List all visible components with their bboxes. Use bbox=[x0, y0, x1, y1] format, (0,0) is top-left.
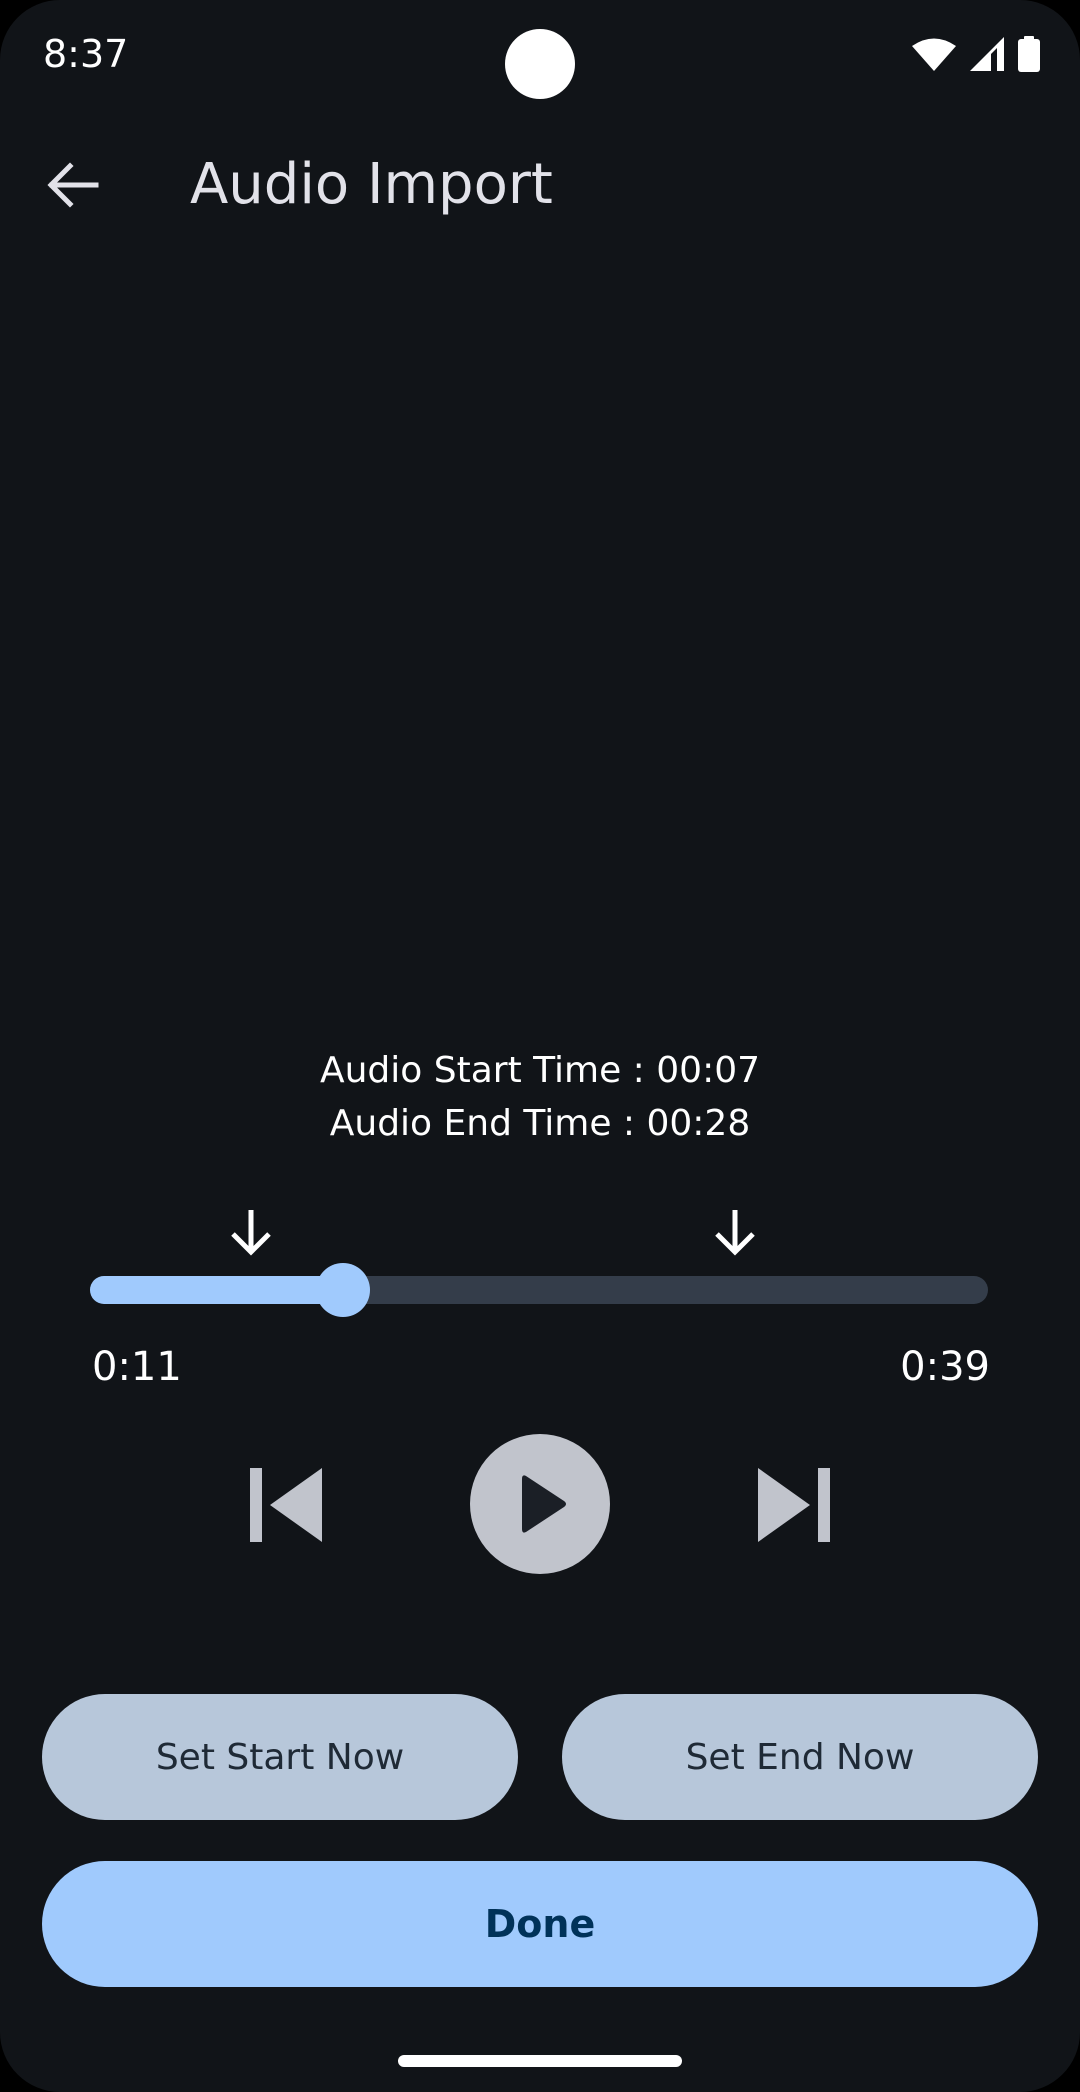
cell-signal-icon bbox=[970, 37, 1004, 76]
status-time: 8:37 bbox=[43, 32, 129, 76]
trim-times: Audio Start Time : 00:07 Audio End Time … bbox=[0, 1044, 1080, 1150]
audio-import-screen: 8:37 Audio Import Audio Start Time: 00:… bbox=[0, 0, 1080, 2092]
set-end-now-button[interactable]: Set End Now bbox=[562, 1694, 1038, 1820]
audio-end-time-label: Audio End Time : 00:28 bbox=[329, 1103, 751, 1144]
end-marker-arrow-down-icon bbox=[711, 1208, 759, 1256]
set-start-now-button[interactable]: Set Start Now bbox=[42, 1694, 518, 1820]
play-icon bbox=[522, 1475, 566, 1533]
skip-previous-button[interactable] bbox=[248, 1468, 324, 1542]
status-icons bbox=[912, 36, 1040, 77]
wifi-icon bbox=[912, 37, 956, 76]
skip-next-button[interactable] bbox=[756, 1468, 832, 1542]
done-button[interactable]: Done bbox=[42, 1861, 1038, 1987]
home-indicator[interactable] bbox=[398, 2055, 682, 2067]
slider-progress bbox=[90, 1276, 344, 1304]
skip-previous-icon bbox=[250, 1468, 322, 1542]
status-bar: 8:37 bbox=[0, 0, 1080, 110]
top-app-bar: Audio Import bbox=[0, 130, 1080, 240]
current-position-label: 0:11 bbox=[92, 1344, 182, 1390]
back-button[interactable] bbox=[30, 152, 118, 218]
page-title: Audio Import bbox=[190, 152, 553, 217]
play-button[interactable] bbox=[470, 1434, 610, 1574]
skip-next-icon bbox=[758, 1468, 830, 1542]
camera-cutout bbox=[505, 29, 575, 99]
duration-label: 0:39 bbox=[900, 1344, 990, 1390]
audio-start-time-label: Audio Start Time : 00:07 bbox=[319, 1050, 760, 1091]
seek-slider[interactable] bbox=[90, 1263, 988, 1317]
battery-icon bbox=[1018, 36, 1040, 77]
arrow-back-icon bbox=[47, 162, 99, 208]
start-marker-arrow-down-icon bbox=[227, 1208, 275, 1256]
slider-thumb[interactable] bbox=[316, 1263, 371, 1317]
